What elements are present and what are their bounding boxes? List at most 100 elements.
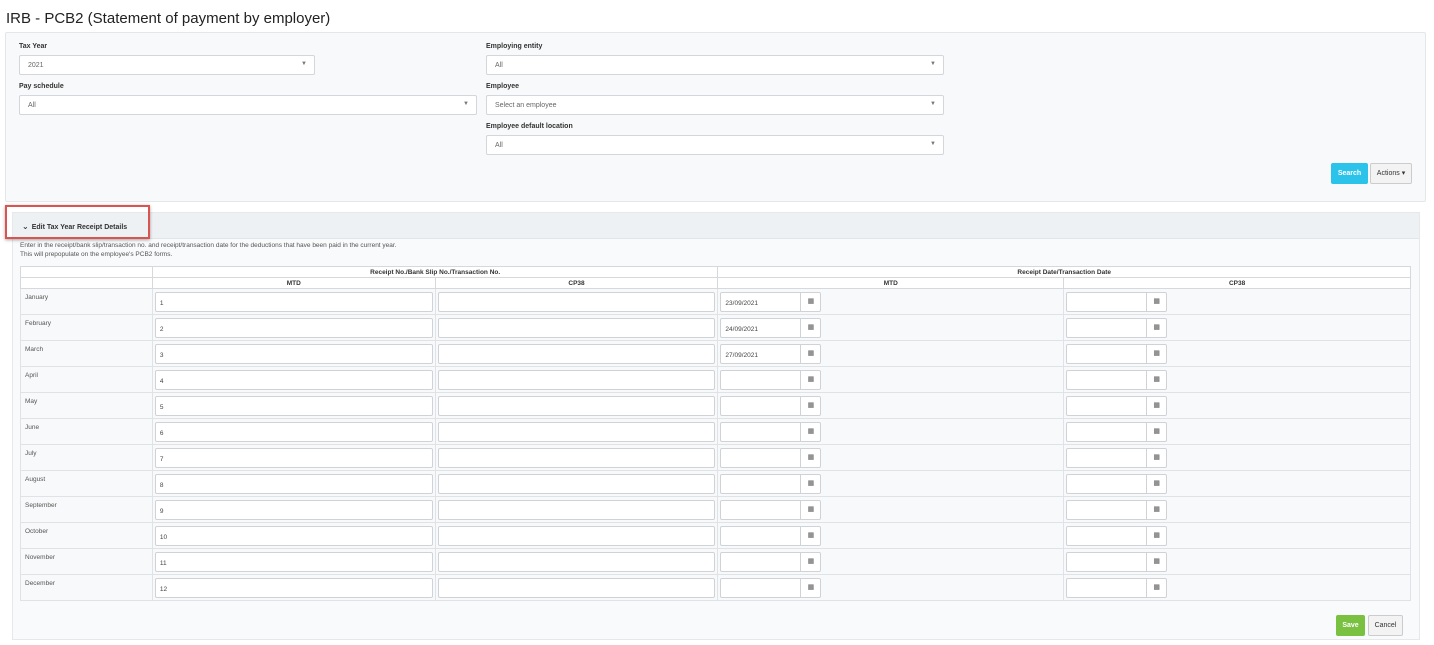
calendar-icon[interactable]: ▦ (801, 370, 821, 390)
calendar-icon[interactable]: ▦ (1147, 396, 1167, 416)
calendar-icon[interactable]: ▦ (801, 474, 821, 494)
calendar-icon[interactable]: ▦ (1147, 370, 1167, 390)
calendar-icon[interactable]: ▦ (1147, 318, 1167, 338)
mtd-date-input[interactable] (720, 396, 801, 416)
mtd-receipt-input[interactable]: 2 (155, 318, 433, 338)
mtd-date-input[interactable] (720, 474, 801, 494)
calendar-icon[interactable]: ▦ (1147, 422, 1167, 442)
calendar-icon[interactable]: ▦ (801, 578, 821, 598)
mtd-receipt-input[interactable]: 5 (155, 396, 433, 416)
month-label: November (21, 549, 153, 575)
mtd-receipt-cell: 6 (152, 419, 435, 445)
calendar-icon[interactable]: ▦ (1147, 500, 1167, 520)
location-select[interactable]: All ▼ (486, 135, 944, 155)
cp38-receipt-input[interactable] (438, 552, 716, 572)
cp38-receipt-input[interactable] (438, 370, 716, 390)
cp38-receipt-input[interactable] (438, 318, 716, 338)
cp38-receipt-input[interactable] (438, 578, 716, 598)
calendar-icon[interactable]: ▦ (1147, 292, 1167, 312)
cp38-receipt-input[interactable] (438, 422, 716, 442)
cp38-date-input[interactable] (1066, 370, 1147, 390)
month-label: October (21, 523, 153, 549)
calendar-icon[interactable]: ▦ (801, 552, 821, 572)
cp38-date-input[interactable] (1066, 474, 1147, 494)
cp38-receipt-input[interactable] (438, 344, 716, 364)
table-row: April4▦▦ (21, 367, 1411, 393)
mtd-receipt-cell: 8 (152, 471, 435, 497)
mtd-date-input[interactable] (720, 552, 801, 572)
calendar-icon[interactable]: ▦ (1147, 448, 1167, 468)
cp38-date-input[interactable] (1066, 526, 1147, 546)
cp38-receipt-input[interactable] (438, 474, 716, 494)
mtd-date-input[interactable] (720, 500, 801, 520)
cp38-date-input[interactable] (1066, 422, 1147, 442)
cp38-receipt-input[interactable] (438, 292, 716, 312)
mtd-receipt-input[interactable]: 7 (155, 448, 433, 468)
calendar-icon[interactable]: ▦ (801, 344, 821, 364)
cp38-date-input[interactable] (1066, 292, 1147, 312)
cp38-receipt-input[interactable] (438, 396, 716, 416)
mtd-receipt-input[interactable]: 6 (155, 422, 433, 442)
calendar-icon[interactable]: ▦ (801, 318, 821, 338)
calendar-icon[interactable]: ▦ (1147, 578, 1167, 598)
calendar-icon[interactable]: ▦ (1147, 344, 1167, 364)
edit-receipt-details-toggle[interactable]: ⌄Edit Tax Year Receipt Details (22, 222, 127, 231)
cancel-button[interactable]: Cancel (1368, 615, 1403, 636)
mtd-receipt-input[interactable]: 1 (155, 292, 433, 312)
calendar-icon[interactable]: ▦ (801, 292, 821, 312)
cp38-date-input[interactable] (1066, 318, 1147, 338)
mtd-receipt-input[interactable]: 11 (155, 552, 433, 572)
actions-dropdown-button[interactable]: Actions ▾ (1370, 163, 1412, 184)
cp38-receipt-cell (435, 315, 718, 341)
employee-placeholder: Select an employee (495, 102, 556, 109)
save-button[interactable]: Save (1336, 615, 1365, 636)
employing-entity-select[interactable]: All ▼ (486, 55, 944, 75)
employing-entity-label: Employing entity (486, 43, 542, 50)
mtd-receipt-input[interactable]: 3 (155, 344, 433, 364)
employee-select[interactable]: Select an employee ▼ (486, 95, 944, 115)
mtd-date-cell: ▦ (718, 445, 1064, 471)
mtd-date-input[interactable] (720, 578, 801, 598)
mtd-receipt-input[interactable]: 9 (155, 500, 433, 520)
mtd-date-input[interactable]: 27/09/2021 (720, 344, 801, 364)
table-row: August8▦▦ (21, 471, 1411, 497)
mtd-date-input[interactable] (720, 370, 801, 390)
month-label: May (21, 393, 153, 419)
mtd-date-input[interactable] (720, 422, 801, 442)
mtd-receipt-input[interactable]: 8 (155, 474, 433, 494)
cp38-receipt-input[interactable] (438, 448, 716, 468)
cp38-date-input[interactable] (1066, 500, 1147, 520)
caret-down-icon: ▼ (463, 101, 469, 107)
cp38-date-input[interactable] (1066, 578, 1147, 598)
calendar-icon[interactable]: ▦ (801, 422, 821, 442)
calendar-icon[interactable]: ▦ (801, 396, 821, 416)
cp38-receipt-input[interactable] (438, 526, 716, 546)
cp38-date-input[interactable] (1066, 552, 1147, 572)
cp38-date-input[interactable] (1066, 344, 1147, 364)
calendar-icon[interactable]: ▦ (1147, 552, 1167, 572)
receipt-details-header: ⌄Edit Tax Year Receipt Details (13, 213, 1419, 239)
cp38-date-input[interactable] (1066, 448, 1147, 468)
cp38-receipt-input[interactable] (438, 500, 716, 520)
tax-year-select[interactable]: 2021 ▼ (19, 55, 315, 75)
location-label: Employee default location (486, 123, 573, 130)
mtd-receipt-input[interactable]: 10 (155, 526, 433, 546)
pay-schedule-select[interactable]: All ▼ (19, 95, 477, 115)
calendar-icon[interactable]: ▦ (801, 500, 821, 520)
mtd-receipt-input[interactable]: 12 (155, 578, 433, 598)
calendar-icon[interactable]: ▦ (1147, 474, 1167, 494)
cp38-date-input[interactable] (1066, 396, 1147, 416)
calendar-icon[interactable]: ▦ (801, 448, 821, 468)
mtd-date-input[interactable]: 23/09/2021 (720, 292, 801, 312)
calendar-icon[interactable]: ▦ (801, 526, 821, 546)
mtd-date-cell: ▦ (718, 471, 1064, 497)
cp38-receipt-cell (435, 419, 718, 445)
mtd-date-input[interactable] (720, 448, 801, 468)
table-row: July7▦▦ (21, 445, 1411, 471)
mtd-date-input[interactable]: 24/09/2021 (720, 318, 801, 338)
mtd-date-input[interactable] (720, 526, 801, 546)
search-button[interactable]: Search (1331, 163, 1368, 184)
mtd-receipt-input[interactable]: 4 (155, 370, 433, 390)
calendar-icon[interactable]: ▦ (1147, 526, 1167, 546)
cp38-date-cell: ▦ (1064, 575, 1411, 601)
